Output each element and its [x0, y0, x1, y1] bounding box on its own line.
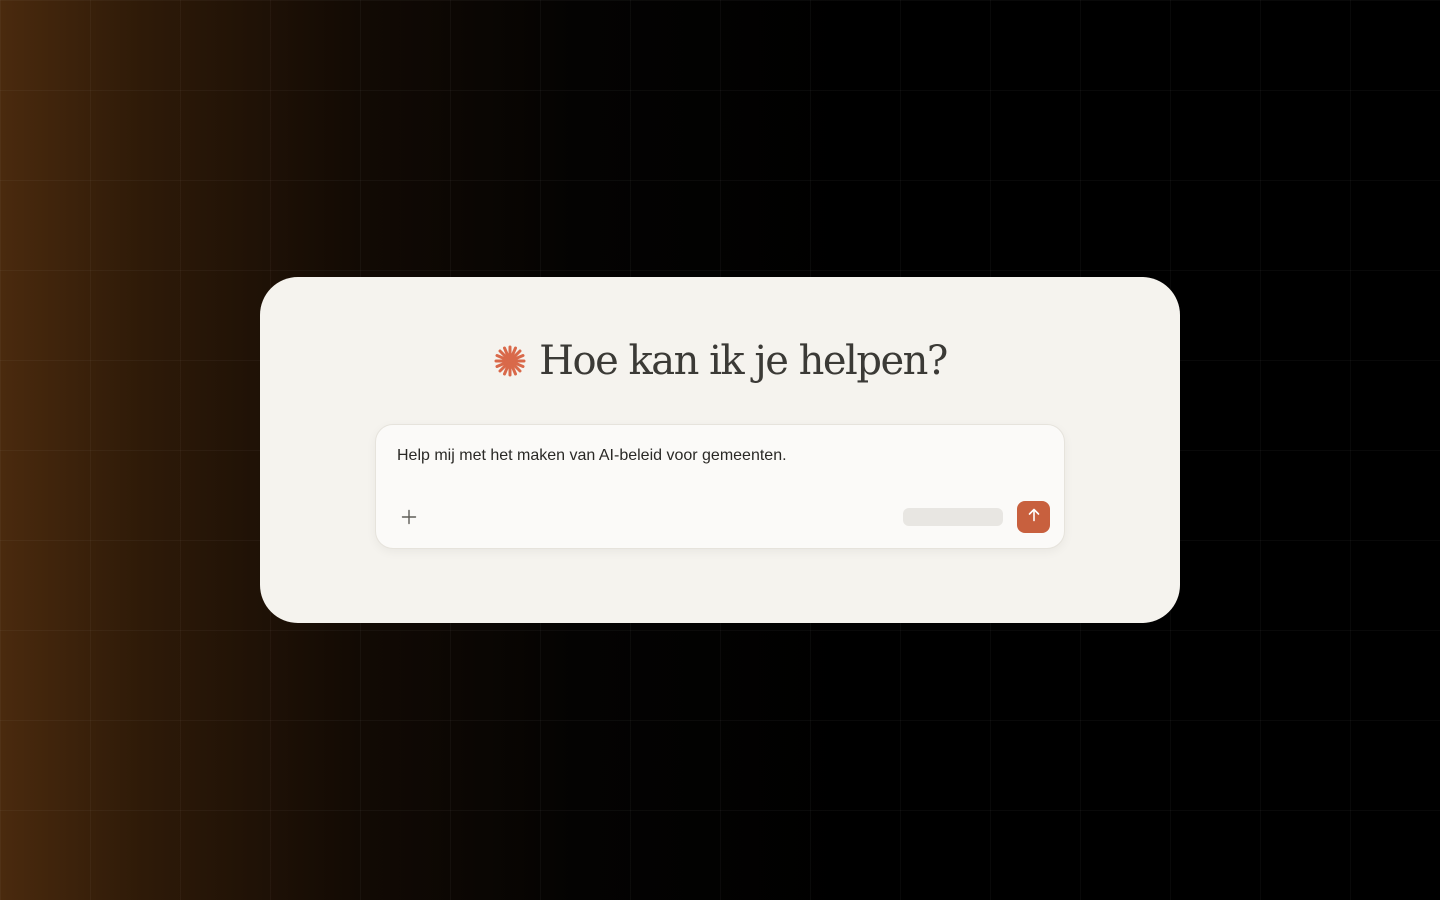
- model-selector-placeholder[interactable]: [903, 508, 1003, 526]
- add-attachment-button[interactable]: [395, 505, 423, 533]
- message-composer[interactable]: Help mij met het maken van AI-beleid voo…: [375, 424, 1065, 549]
- plus-icon: [401, 509, 417, 530]
- welcome-heading: Hoe kan ik je helpen?: [260, 339, 1180, 383]
- arrow-up-icon: [1027, 508, 1041, 527]
- chat-welcome-card: Hoe kan ik je helpen? Help mij met het m…: [260, 277, 1180, 623]
- sparkle-icon: [493, 344, 527, 378]
- message-input[interactable]: Help mij met het maken van AI-beleid voo…: [397, 447, 787, 465]
- send-button[interactable]: [1017, 501, 1050, 533]
- page-title: Hoe kan ik je helpen?: [539, 338, 948, 384]
